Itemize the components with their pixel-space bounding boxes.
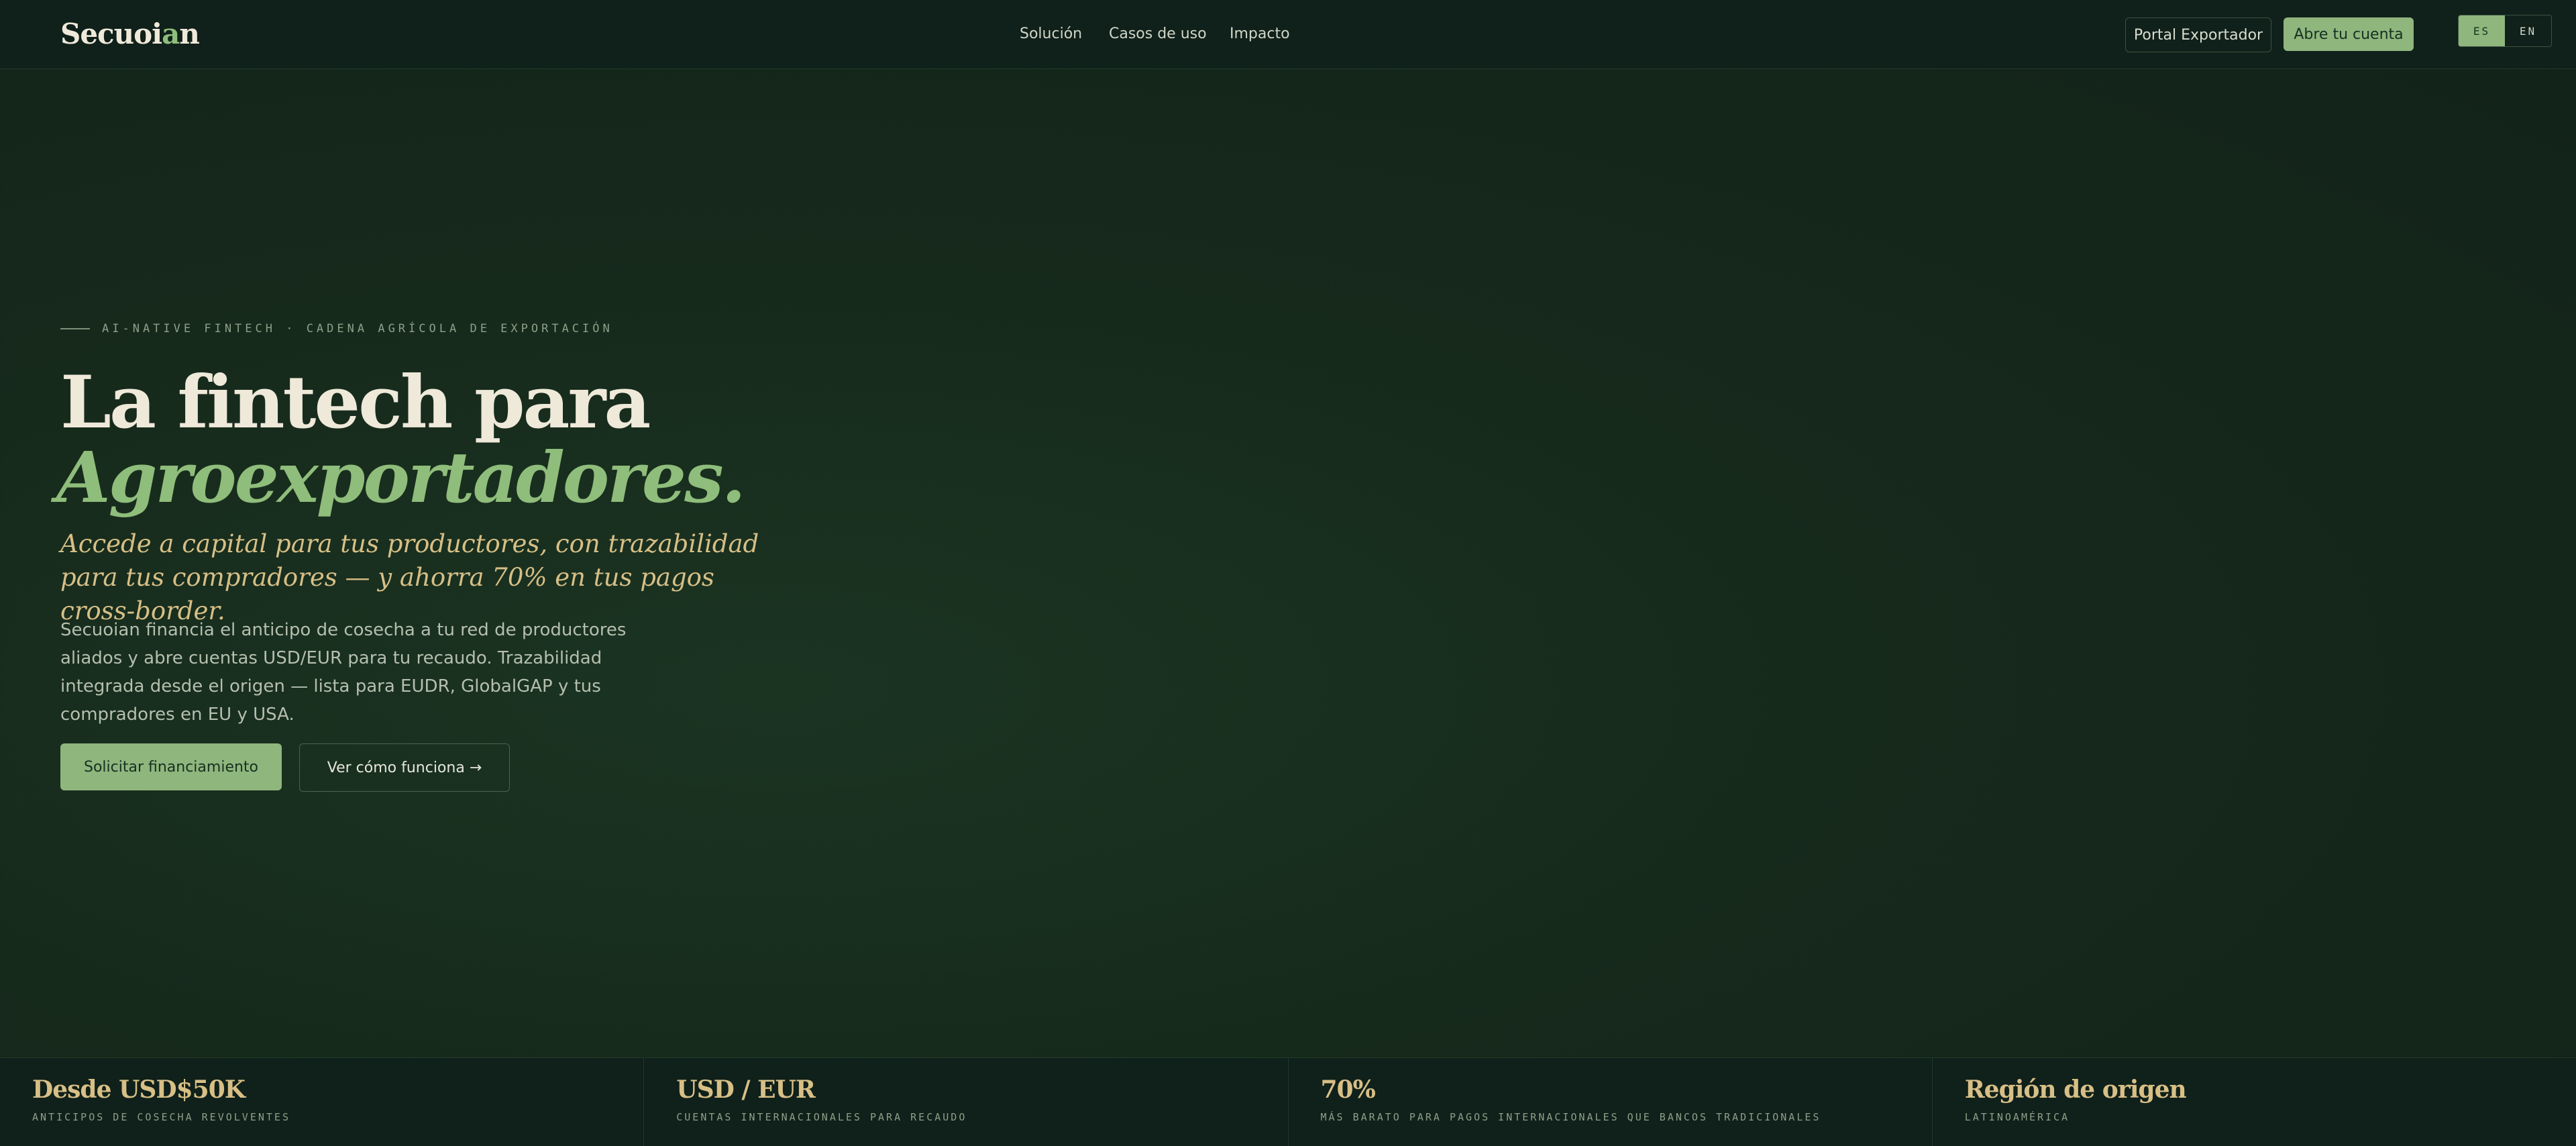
stat-value: Región de origen: [1964, 1076, 2187, 1104]
logo-part2: n: [179, 17, 200, 50]
stat-label: LATINOAMÉRICA: [1964, 1111, 2070, 1123]
stat-value: 70%: [1320, 1076, 1376, 1104]
stat-label: CUENTAS INTERNACIONALES PARA RECAUDO: [676, 1111, 967, 1123]
request-financing-button[interactable]: Solicitar financiamiento: [60, 743, 282, 790]
hero-title-line1: La fintech para: [60, 360, 651, 445]
how-it-works-button[interactable]: Ver cómo funciona →: [299, 743, 510, 792]
hero-subtitle: Accede a capital para tus productores, c…: [60, 529, 759, 625]
eyebrow-divider: [60, 328, 90, 329]
stat-item: USD / EUR CUENTAS INTERNACIONALES PARA R…: [644, 1058, 1289, 1146]
stat-item: Región de origen LATINOAMÉRICA: [1933, 1058, 2576, 1146]
language-switcher: ES EN: [2458, 15, 2552, 47]
portal-exportador-button[interactable]: Portal Exportador: [2125, 17, 2271, 52]
lang-en-toggle[interactable]: EN: [2505, 15, 2551, 46]
stat-value: USD / EUR: [676, 1076, 816, 1104]
stat-label: ANTICIPOS DE COSECHA REVOLVENTES: [32, 1111, 290, 1123]
stat-item: Desde USD$50K ANTICIPOS DE COSECHA REVOL…: [0, 1058, 645, 1146]
site-header: Secuoian Solución Casos de uso Impacto P…: [0, 0, 2576, 69]
logo-accent: a: [162, 17, 180, 50]
logo-part1: Secuoi: [60, 17, 162, 50]
stat-value: Desde USD$50K: [32, 1076, 246, 1104]
stat-label: MÁS BARATO PARA PAGOS INTERNACIONALES QU…: [1320, 1111, 1821, 1123]
nav-casos-de-uso[interactable]: Casos de uso: [1109, 25, 1207, 42]
hero-title-line2: Agroexportadores.: [56, 436, 746, 519]
hero-eyebrow: AI-NATIVE FINTECH · CADENA AGRÍCOLA DE E…: [60, 322, 613, 335]
lang-es-toggle[interactable]: ES: [2459, 15, 2505, 46]
eyebrow-text: AI-NATIVE FINTECH · CADENA AGRÍCOLA DE E…: [102, 322, 613, 335]
hero-description: Secuoian financia el anticipo de cosecha…: [60, 620, 627, 725]
nav-impacto[interactable]: Impacto: [1230, 25, 1290, 42]
stats-bar: Desde USD$50K ANTICIPOS DE COSECHA REVOL…: [0, 1057, 2576, 1146]
logo[interactable]: Secuoian: [60, 17, 200, 50]
stat-item: 70% MÁS BARATO PARA PAGOS INTERNACIONALE…: [1289, 1058, 1933, 1146]
open-account-button[interactable]: Abre tu cuenta: [2284, 17, 2414, 51]
nav-solucion[interactable]: Solución: [1020, 25, 1082, 42]
